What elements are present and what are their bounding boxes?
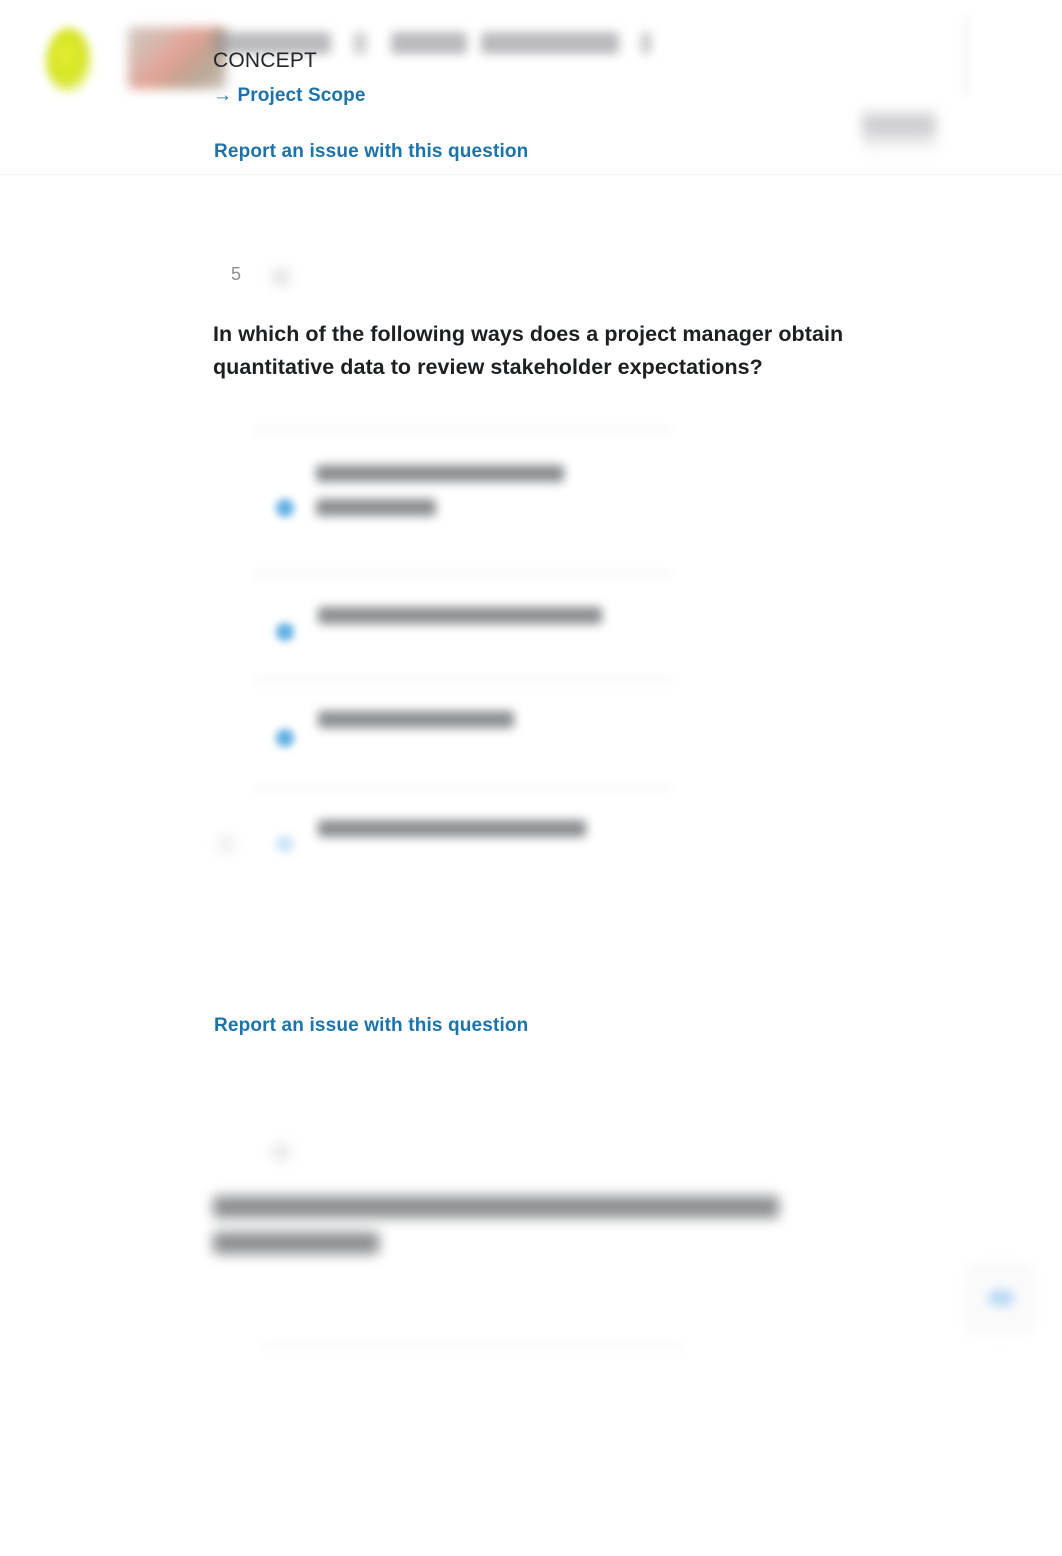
report-issue-link-bottom[interactable]: Report an issue with this question (214, 1014, 528, 1039)
option-text-redacted (318, 711, 514, 728)
course-thumbnail-image (128, 27, 226, 89)
question-meta-icon (268, 264, 294, 290)
option-result-marker-icon (213, 831, 239, 857)
option-separator (254, 426, 672, 442)
question-number: 5 (231, 264, 242, 284)
option-text-redacted (318, 820, 586, 837)
radio-button-icon[interactable] (274, 621, 296, 643)
concept-label: CONCEPT (213, 49, 318, 72)
report-issue-link-top[interactable]: Report an issue with this question (214, 140, 528, 165)
radio-button-icon[interactable] (274, 833, 296, 855)
header-title-segment (481, 32, 619, 54)
leaf-logo-icon[interactable] (46, 28, 92, 92)
breadcrumb-project-scope-link[interactable]: → Project Scope (213, 84, 366, 109)
next-question-text-redacted (213, 1232, 379, 1254)
question-meta-icon (268, 1139, 294, 1165)
option-text-redacted (316, 465, 564, 482)
option-separator (254, 676, 672, 692)
page-header: CONCEPT → Project Scope Report an issue … (0, 0, 1062, 176)
question-text: In which of the following ways does a pr… (213, 322, 844, 379)
header-title-segment (641, 32, 651, 54)
radio-button-icon[interactable] (274, 727, 296, 749)
header-right-divider (962, 14, 970, 96)
quiz-page: CONCEPT → Project Scope Report an issue … (0, 0, 1062, 1556)
header-title-segment (353, 32, 367, 54)
option-separator (254, 784, 672, 800)
header-badge-redacted[interactable] (862, 108, 936, 156)
option-text-redacted (316, 499, 436, 516)
next-question-text-redacted (213, 1196, 779, 1218)
option-text-redacted (318, 607, 602, 624)
radio-button-icon[interactable] (274, 497, 296, 519)
header-title-segment (391, 32, 467, 54)
help-chat-glyph-icon (988, 1290, 1014, 1306)
header-divider (0, 174, 1062, 176)
next-question-option-separator (262, 1342, 684, 1360)
option-separator (254, 570, 672, 586)
